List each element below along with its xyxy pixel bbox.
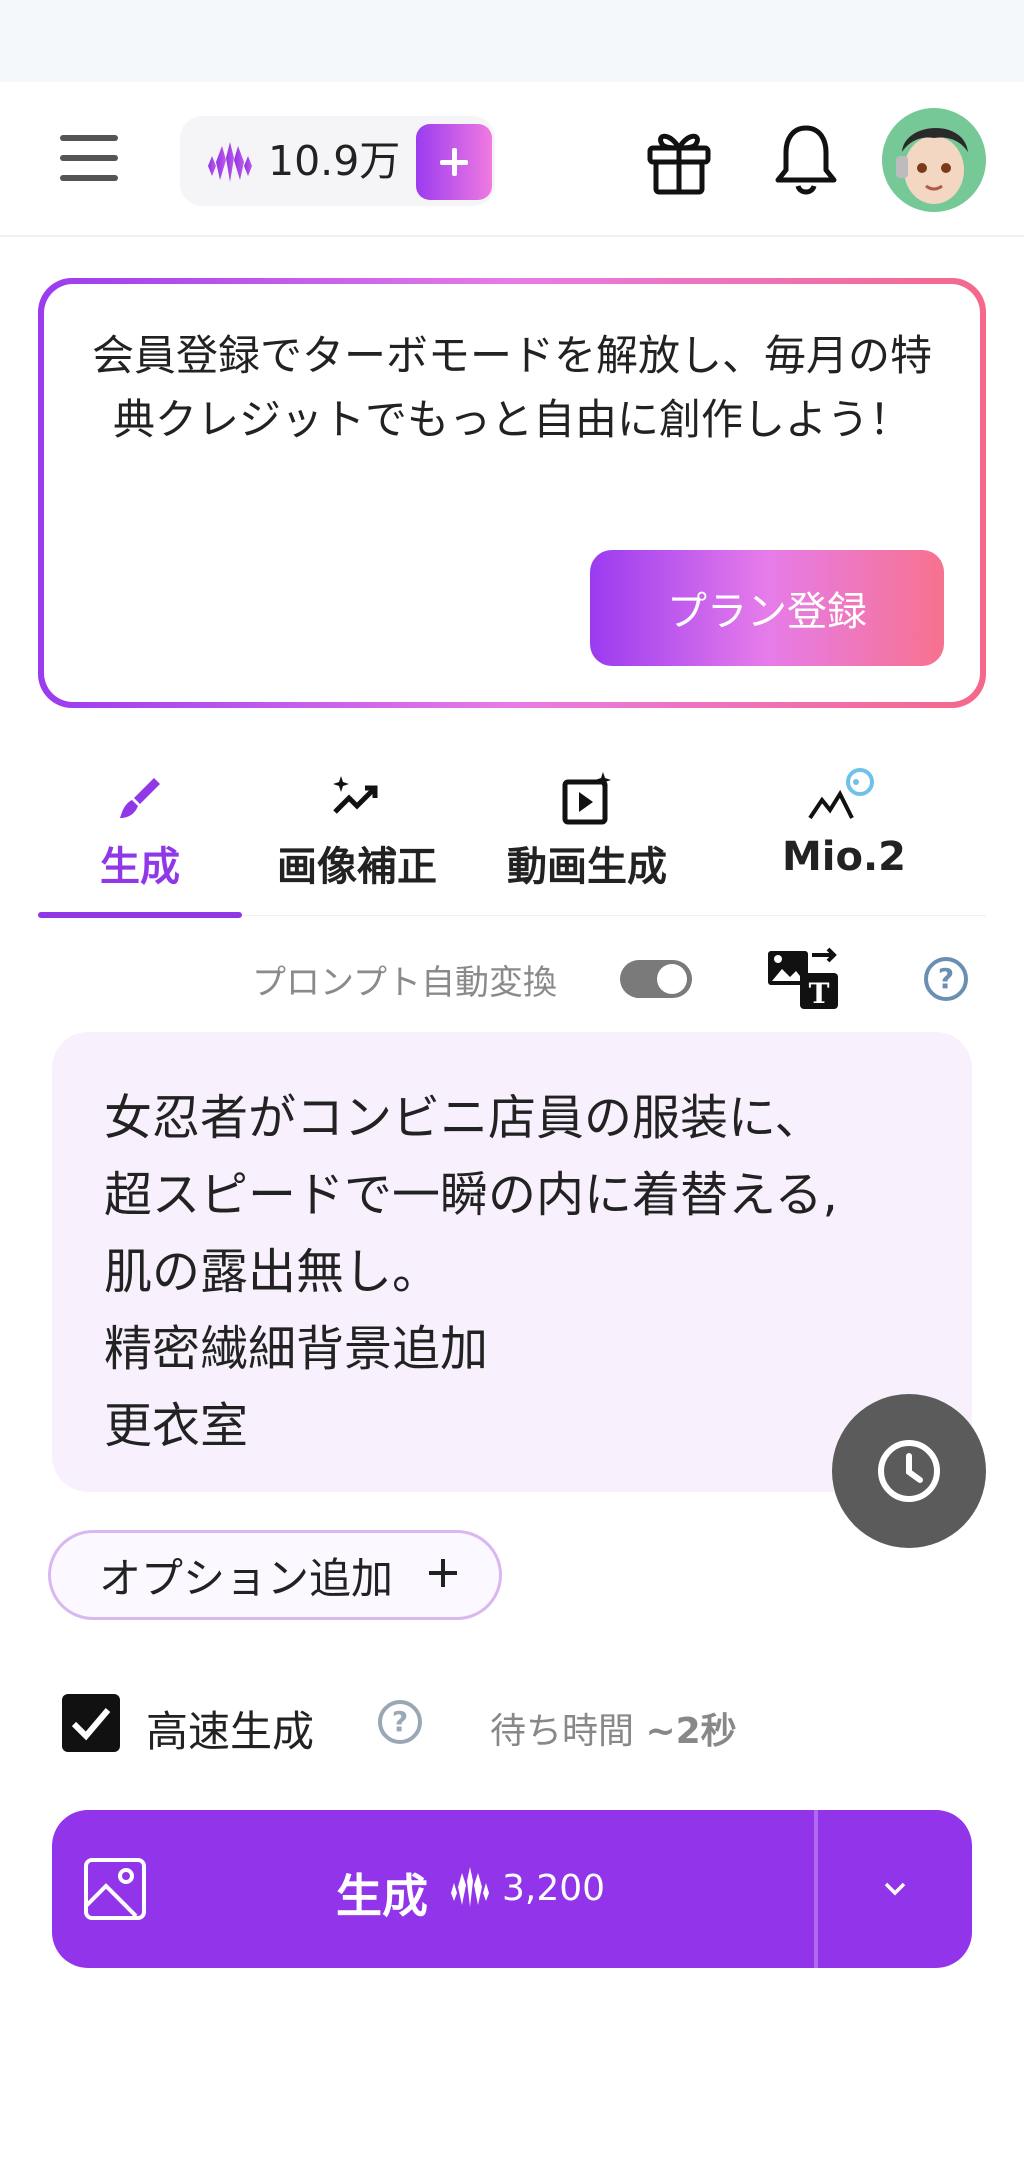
mode-tabs: 生成 画像補正 動画生成 Mio.2: [38, 750, 986, 918]
mio-logo-icon: [808, 768, 874, 820]
top-bar: 10.9万: [0, 82, 1024, 237]
tab-video-generate[interactable]: 動画生成: [472, 750, 702, 918]
help-icon[interactable]: ?: [378, 1700, 422, 1744]
fast-generate-row: 高速生成 ? 待ち時間 ~2秒: [62, 1690, 962, 1756]
credit-balance[interactable]: 10.9万: [180, 116, 495, 206]
add-option-label: オプション追加: [99, 1553, 394, 1603]
clock-icon: [878, 1440, 940, 1502]
notification-bell-icon[interactable]: [772, 122, 840, 198]
tab-generate[interactable]: 生成: [38, 750, 242, 918]
prompt-tools: プロンプト自動変換 T ?: [0, 945, 1024, 1015]
image-icon: [84, 1858, 146, 1920]
history-button[interactable]: [832, 1394, 986, 1548]
fast-generate-checkbox[interactable]: [62, 1694, 120, 1752]
auto-convert-label: プロンプト自動変換: [252, 963, 557, 1003]
fast-generate-label: 高速生成: [146, 1707, 315, 1756]
avatar[interactable]: [882, 108, 986, 212]
hamburger-menu-icon[interactable]: [60, 135, 118, 181]
gift-icon[interactable]: [646, 126, 712, 196]
svg-text:T: T: [809, 977, 830, 1010]
chevron-down-icon: [884, 1882, 906, 1896]
generate-button[interactable]: 生成 3,200: [52, 1810, 814, 1968]
auto-convert-toggle[interactable]: [620, 960, 692, 998]
tab-label: 画像補正: [277, 844, 437, 890]
tab-label: 動画生成: [507, 844, 667, 890]
video-sparkle-icon: [562, 772, 611, 825]
tab-image-enhance[interactable]: 画像補正: [242, 750, 472, 918]
prompt-text[interactable]: 女忍者がコンビニ店員の服装に、 超スピードで一瞬の内に着替える, 肌の露出無し。…: [104, 1080, 924, 1465]
plan-register-button[interactable]: プラン登録: [590, 550, 944, 666]
credit-icon: [451, 1867, 489, 1907]
credit-icon: [208, 142, 252, 182]
generate-label: 生成: [336, 1869, 428, 1923]
generate-cost: 3,200: [502, 1868, 606, 1909]
add-credit-button[interactable]: [416, 124, 492, 200]
generate-bar: 生成 3,200: [52, 1810, 972, 1968]
plus-icon: [429, 1559, 457, 1587]
membership-promo-banner: 会員登録でターボモードを解放し、毎月の特典クレジットでもっと自由に創作しよう！ …: [38, 278, 986, 708]
image-to-text-icon[interactable]: T: [766, 945, 842, 1011]
tab-label: Mio.2: [781, 834, 907, 880]
check-icon: [71, 1708, 111, 1741]
tab-label: 生成: [100, 844, 180, 890]
help-icon[interactable]: ?: [924, 957, 968, 1001]
wait-time: 待ち時間 ~2秒: [490, 1711, 737, 1752]
credit-value: 10.9万: [268, 137, 401, 185]
status-bar: [0, 0, 1024, 82]
tab-mio2[interactable]: Mio.2: [702, 750, 986, 918]
add-option-button[interactable]: オプション追加: [48, 1530, 502, 1620]
promo-message: 会員登録でターボモードを解放し、毎月の特典クレジットでもっと自由に創作しよう！: [91, 331, 932, 444]
generate-options-dropdown[interactable]: [818, 1810, 972, 1968]
sparkle-trend-icon: [333, 776, 378, 814]
active-tab-indicator: [38, 912, 242, 918]
brush-icon: [120, 778, 160, 818]
